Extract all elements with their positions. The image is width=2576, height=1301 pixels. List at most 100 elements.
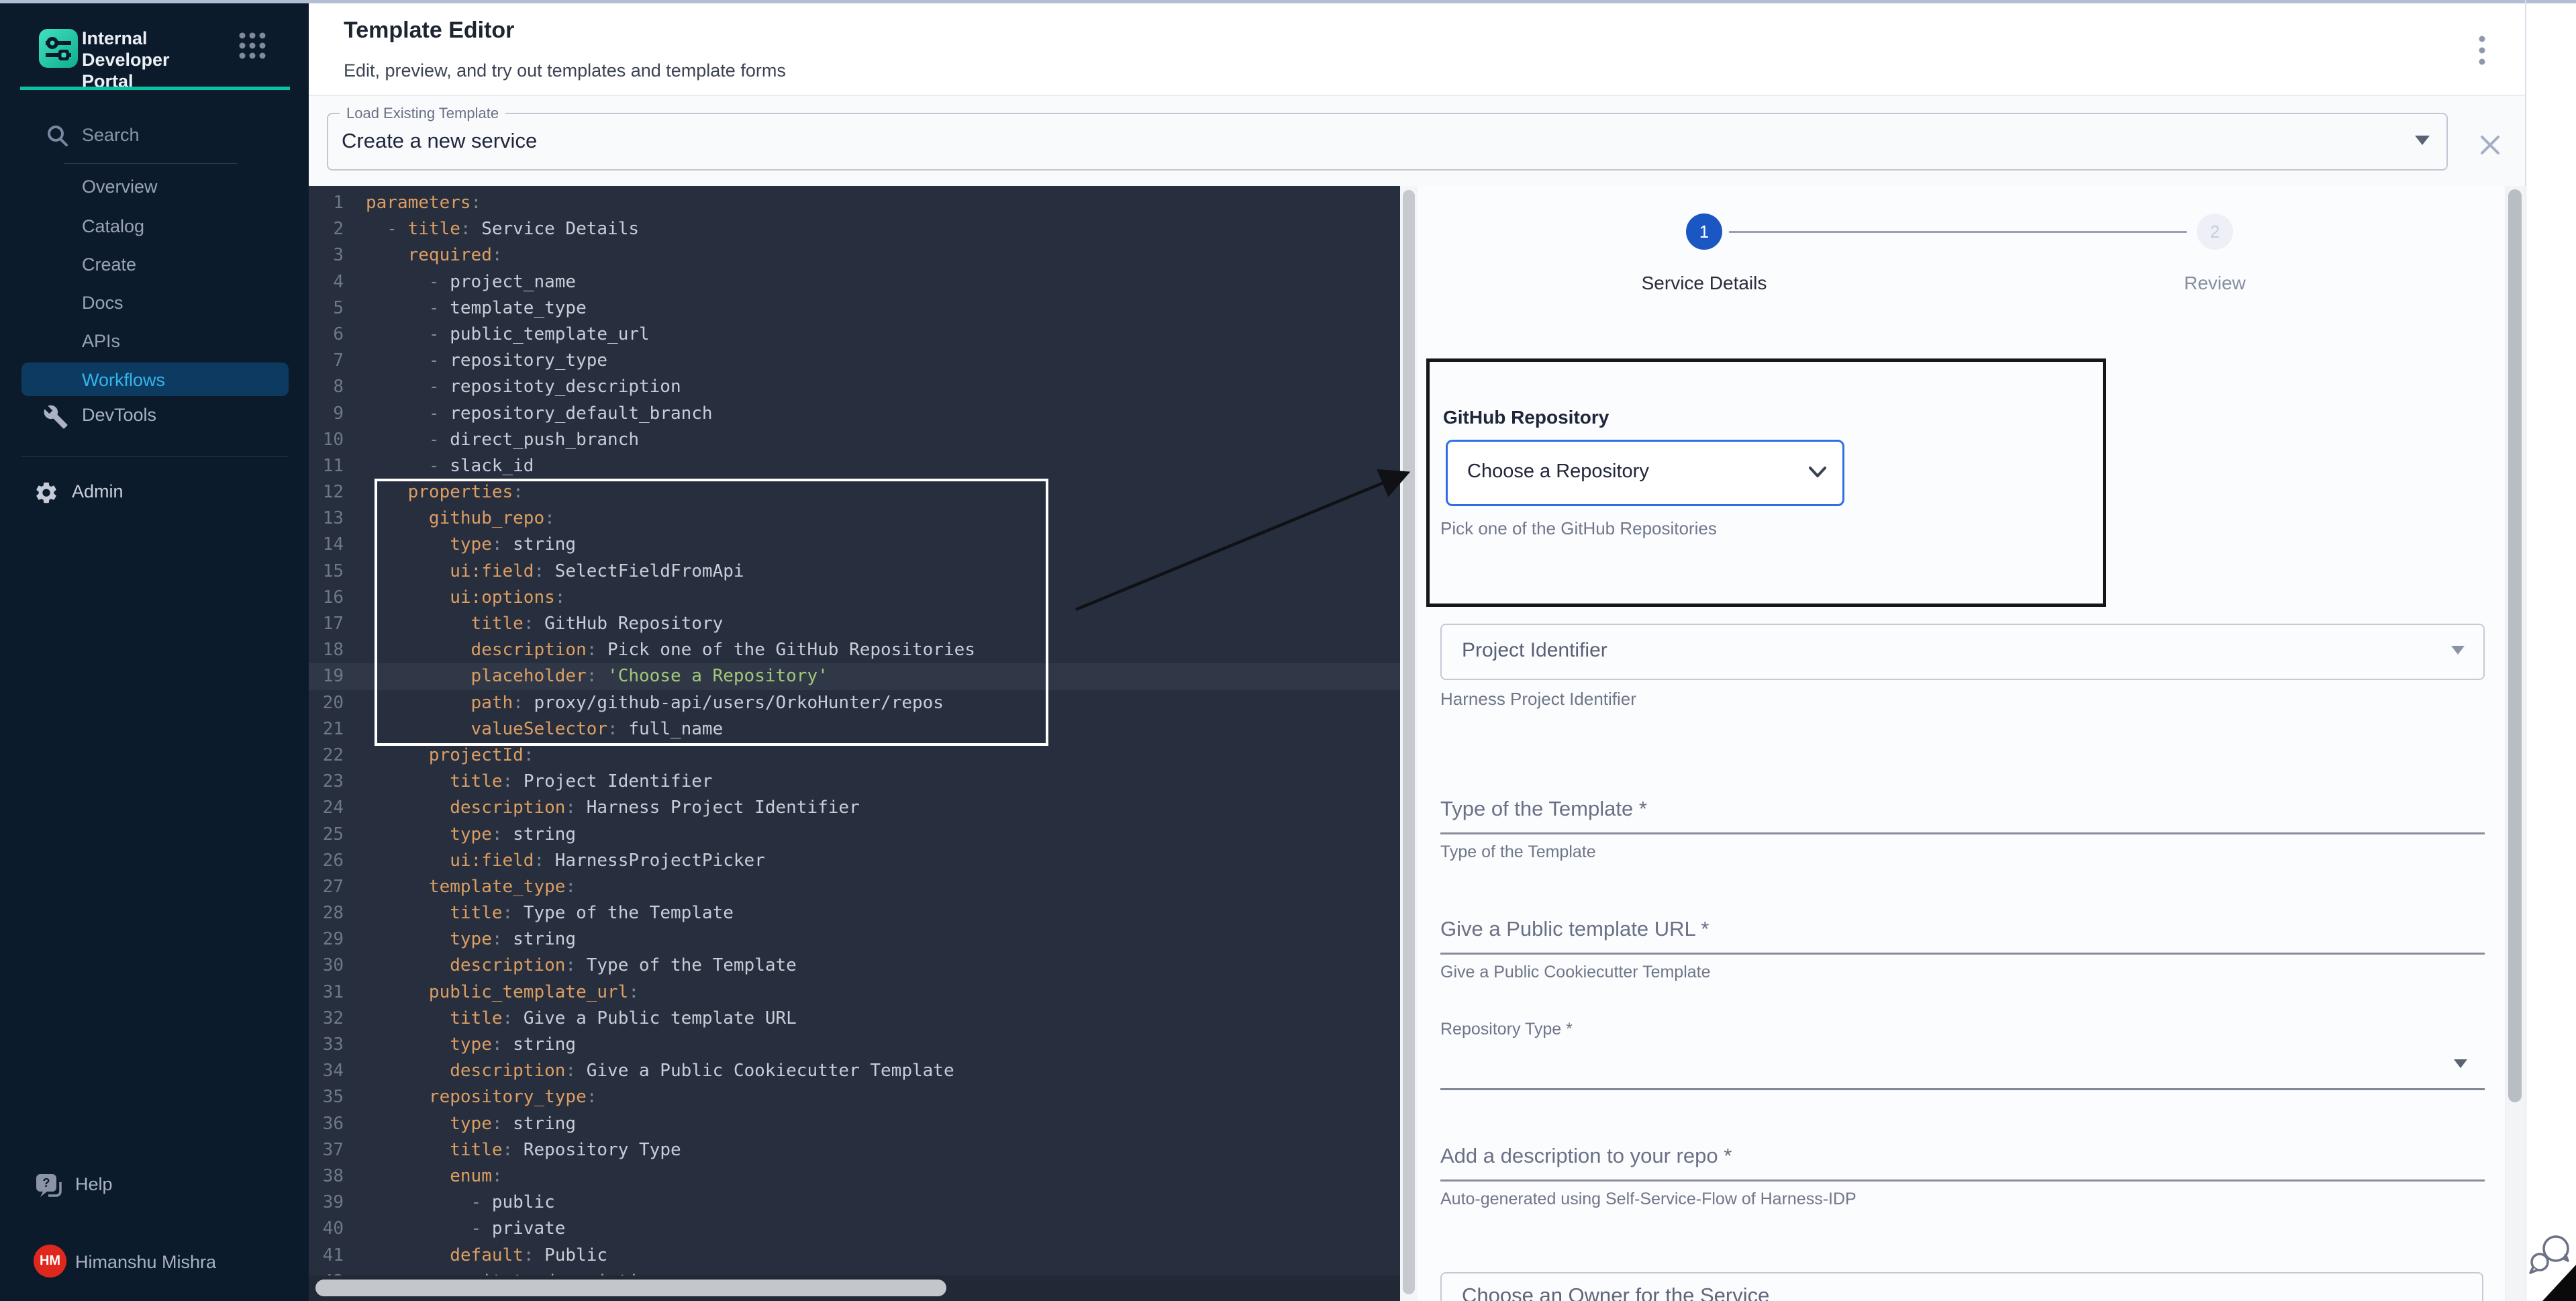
sidebar-item-create[interactable]: Create <box>82 254 136 275</box>
repo-description-field[interactable]: Add a description to your repo * Auto-ge… <box>1440 1143 2485 1210</box>
code-line-29[interactable]: 29 type: string <box>309 926 1400 953</box>
stepper-step-2[interactable]: 2 <box>2197 213 2233 250</box>
more-options-button[interactable] <box>2474 32 2490 73</box>
preview-scroll-thumb[interactable] <box>2508 189 2522 1102</box>
editor-vscroll-thumb[interactable] <box>1403 190 1415 1294</box>
code-line-4[interactable]: 4 - project_name <box>309 269 1400 295</box>
dropdown-caret-icon[interactable] <box>2454 1059 2467 1068</box>
code-line-34[interactable]: 34 description: Give a Public Cookiecutt… <box>309 1058 1400 1084</box>
code-line-25[interactable]: 25 type: string <box>309 822 1400 848</box>
sidebar-item-overview[interactable]: Overview <box>82 177 158 197</box>
dropdown-caret-icon[interactable] <box>2451 646 2465 655</box>
user-name: Himanshu Mishra <box>75 1252 216 1273</box>
code-line-22[interactable]: 22 projectId: <box>309 742 1400 769</box>
field-underline <box>1440 953 2485 955</box>
stepper-label-review: Review <box>2184 273 2246 294</box>
code-line-41[interactable]: 41 default: Public <box>309 1243 1400 1269</box>
code-line-10[interactable]: 10 - direct_push_branch <box>309 427 1400 453</box>
line-number: 40 <box>309 1216 344 1242</box>
stepper-connector <box>1729 231 2187 233</box>
type-of-template-field[interactable]: Type of the Template * Type of the Templ… <box>1440 796 2485 863</box>
sidebar: Internal Developer Portal Search Overvie… <box>0 3 309 1301</box>
template-preview-panel <box>1418 186 2506 1301</box>
gear-icon <box>34 480 59 505</box>
line-number: 15 <box>309 559 344 585</box>
stepper-step-1[interactable]: 1 <box>1686 213 1722 250</box>
code-line-2[interactable]: 2 - title: Service Details <box>309 216 1400 242</box>
code-line-7[interactable]: 7 - repository_type <box>309 348 1400 374</box>
field-underline <box>1440 1179 2485 1182</box>
code-line-5[interactable]: 5 - template_type <box>309 295 1400 322</box>
code-line-23[interactable]: 23 title: Project Identifier <box>309 769 1400 795</box>
line-number: 1 <box>309 190 344 216</box>
line-number: 9 <box>309 401 344 427</box>
editor-hscroll-thumb[interactable] <box>315 1280 946 1296</box>
field-label: Give a Public template URL * <box>1440 916 2485 942</box>
field-label: Repository Type * <box>1440 1019 2485 1039</box>
line-number: 7 <box>309 348 344 374</box>
code-line-26[interactable]: 26 ui:field: HarnessProjectPicker <box>309 848 1400 874</box>
project-identifier-select-value: Project Identifier <box>1462 639 1607 662</box>
line-number: 37 <box>309 1137 344 1163</box>
code-line-9[interactable]: 9 - repository_default_branch <box>309 401 1400 427</box>
line-number: 34 <box>309 1058 344 1084</box>
line-number: 35 <box>309 1084 344 1110</box>
code-line-8[interactable]: 8 - repositoty_description <box>309 374 1400 400</box>
load-template-select[interactable] <box>327 113 2448 171</box>
sidebar-search[interactable] <box>0 119 309 152</box>
field-label: Add a description to your repo * <box>1440 1143 2485 1169</box>
line-number: 6 <box>309 322 344 348</box>
load-template-value: Create a new service <box>342 129 537 153</box>
close-editor-button[interactable] <box>2477 132 2504 158</box>
field-label: Type of the Template * <box>1440 796 2485 822</box>
sidebar-item-apis[interactable]: APIs <box>82 331 120 352</box>
sidebar-item-admin[interactable]: Admin <box>0 479 309 510</box>
public-template-url-field[interactable]: Give a Public template URL * Give a Publ… <box>1440 916 2485 983</box>
page-subtitle: Edit, preview, and try out templates and… <box>344 60 786 81</box>
divider <box>64 163 238 164</box>
help-label: Help <box>75 1174 113 1195</box>
load-template-label: Load Existing Template <box>340 105 505 122</box>
code-line-35[interactable]: 35 repository_type: <box>309 1084 1400 1110</box>
code-line-28[interactable]: 28 title: Type of the Template <box>309 900 1400 926</box>
sidebar-item-docs[interactable]: Docs <box>82 293 123 314</box>
dropdown-caret-icon[interactable] <box>2415 136 2430 145</box>
line-number: 18 <box>309 637 344 663</box>
code-line-27[interactable]: 27 template_type: <box>309 874 1400 900</box>
code-line-11[interactable]: 11 - slack_id <box>309 453 1400 479</box>
code-line-1[interactable]: 1parameters: <box>309 190 1400 216</box>
chat-support-icon[interactable] <box>2528 1227 2576 1278</box>
line-number: 33 <box>309 1032 344 1058</box>
field-helper: Type of the Template <box>1440 841 2485 863</box>
line-number: 28 <box>309 900 344 926</box>
sidebar-item-devtools[interactable]: DevTools <box>0 402 309 433</box>
code-line-37[interactable]: 37 title: Repository Type <box>309 1137 1400 1163</box>
code-line-38[interactable]: 38 enum: <box>309 1163 1400 1190</box>
code-line-30[interactable]: 30 description: Type of the Template <box>309 953 1400 979</box>
search-input[interactable]: Search <box>82 125 140 146</box>
code-line-3[interactable]: 3 required: <box>309 242 1400 269</box>
code-line-39[interactable]: 39 - public <box>309 1190 1400 1216</box>
svg-text:?: ? <box>43 1176 50 1190</box>
help-button[interactable]: ? Help <box>0 1170 309 1205</box>
user-menu[interactable]: HM Himanshu Mishra <box>0 1239 309 1283</box>
line-number: 38 <box>309 1163 344 1190</box>
line-number: 31 <box>309 979 344 1006</box>
code-line-32[interactable]: 32 title: Give a Public template URL <box>309 1006 1400 1032</box>
line-number: 2 <box>309 216 344 242</box>
line-number: 17 <box>309 611 344 637</box>
sidebar-item-catalog[interactable]: Catalog <box>82 216 144 237</box>
repository-type-select[interactable]: Repository Type * <box>1440 1019 2485 1090</box>
line-number: 36 <box>309 1111 344 1137</box>
code-line-31[interactable]: 31 public_template_url: <box>309 979 1400 1006</box>
avatar: HM <box>34 1245 66 1278</box>
apps-grid-icon[interactable] <box>236 30 268 64</box>
code-line-24[interactable]: 24 description: Harness Project Identifi… <box>309 795 1400 821</box>
line-number: 21 <box>309 716 344 742</box>
field-underline <box>1440 1088 2485 1090</box>
code-line-6[interactable]: 6 - public_template_url <box>309 322 1400 348</box>
code-line-33[interactable]: 33 type: string <box>309 1032 1400 1058</box>
app-title: Internal Developer Portal <box>82 28 230 92</box>
code-line-40[interactable]: 40 - private <box>309 1216 1400 1242</box>
code-line-36[interactable]: 36 type: string <box>309 1111 1400 1137</box>
